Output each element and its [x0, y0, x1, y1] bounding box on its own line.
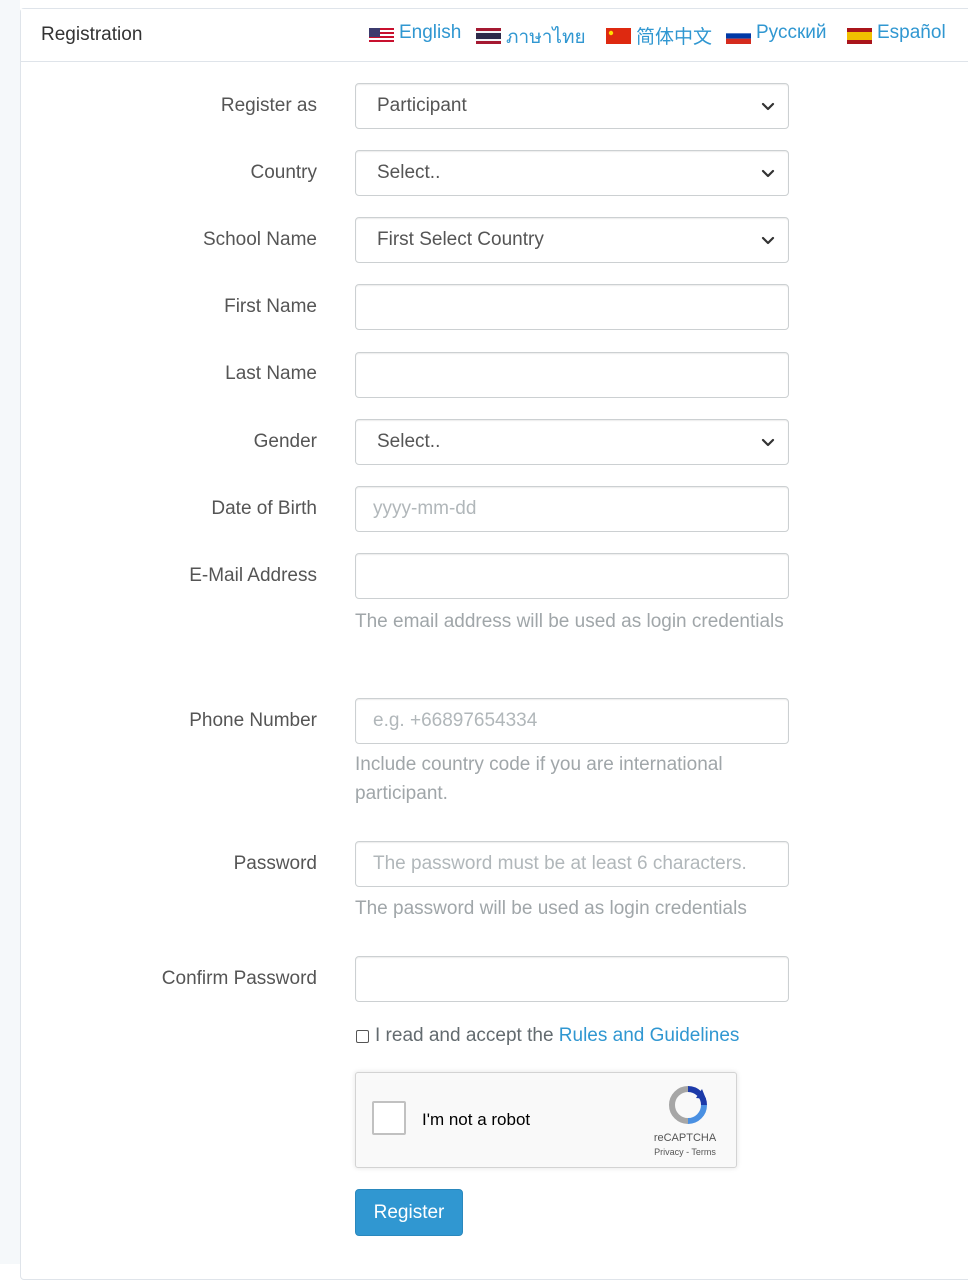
language-label: Español: [877, 22, 946, 43]
dob-field-wrapper: [355, 486, 789, 532]
gender-select[interactable]: Select..: [355, 419, 789, 465]
recaptcha-checkbox[interactable]: [372, 1101, 406, 1135]
email-help-text: The email address will be used as login …: [355, 611, 784, 632]
language-label: English: [399, 22, 462, 43]
register-button[interactable]: Register: [355, 1189, 463, 1236]
chevron-down-icon: [760, 165, 776, 181]
password-field-wrapper: [355, 841, 789, 887]
recaptcha-terms[interactable]: Privacy - Terms: [650, 1147, 720, 1157]
agree-label: I read and accept the: [375, 1025, 559, 1046]
register-as-label: Register as: [220, 95, 317, 116]
recaptcha-brand: reCAPTCHA: [653, 1132, 717, 1144]
gender-label: Gender: [253, 431, 317, 452]
recaptcha-widget: I'm not a robot reCAPTCHA Privacy - Term…: [355, 1072, 737, 1168]
recaptcha-label: I'm not a robot: [422, 1110, 531, 1129]
recaptcha-logo-icon: [666, 1083, 710, 1127]
dob-label: Date of Birth: [211, 498, 317, 519]
last-name-input[interactable]: [356, 353, 788, 397]
language-label: Русский: [756, 22, 827, 43]
select-value: Select..: [377, 431, 441, 452]
first-name-input[interactable]: [356, 285, 788, 329]
agree-text: I read and accept the Rules and Guidelin…: [375, 1025, 739, 1047]
select-value: First Select Country: [377, 229, 544, 250]
russia-flag-icon: [726, 28, 751, 44]
confirm-password-field-wrapper: [355, 956, 789, 1002]
page-background-strip: [0, 0, 20, 1264]
password-label: Password: [233, 853, 317, 874]
spain-flag-icon: [847, 28, 872, 44]
dob-input[interactable]: [356, 487, 788, 531]
rules-guidelines-link[interactable]: Rules and Guidelines: [559, 1025, 740, 1046]
email-label: E-Mail Address: [189, 565, 317, 586]
select-value: Select..: [377, 162, 441, 183]
last-name-field-wrapper: [355, 352, 789, 398]
chevron-down-icon: [760, 232, 776, 248]
school-name-label: School Name: [202, 229, 317, 250]
select-value: Participant: [377, 95, 467, 116]
panel-heading: Registration English ภาษาไทย 简体中文 Русски…: [21, 9, 968, 62]
password-input[interactable]: [356, 842, 788, 886]
first-name-label: First Name: [224, 296, 317, 317]
language-label: 简体中文: [636, 27, 713, 48]
phone-label: Phone Number: [189, 710, 317, 731]
first-name-field-wrapper: [355, 284, 789, 330]
confirm-password-label: Confirm Password: [161, 968, 317, 989]
country-label: Country: [250, 162, 317, 183]
china-flag-icon: [606, 28, 631, 44]
phone-help-text: Include country code if you are internat…: [355, 754, 723, 804]
chevron-down-icon: [760, 98, 776, 114]
phone-input[interactable]: [356, 699, 788, 743]
agree-checkbox[interactable]: [356, 1030, 369, 1043]
last-name-label: Last Name: [225, 363, 317, 384]
school-name-select[interactable]: First Select Country: [355, 217, 789, 263]
register-as-select[interactable]: Participant: [355, 83, 789, 129]
email-input[interactable]: [356, 554, 788, 598]
us-flag-icon: [369, 28, 394, 44]
password-help-text: The password will be used as login crede…: [355, 898, 747, 919]
email-field-wrapper: [355, 553, 789, 599]
phone-field-wrapper: [355, 698, 789, 744]
thai-flag-icon: [476, 28, 501, 44]
country-select[interactable]: Select..: [355, 150, 789, 196]
confirm-password-input[interactable]: [356, 957, 788, 1001]
chevron-down-icon: [760, 434, 776, 450]
page-title: Registration: [41, 24, 143, 45]
language-label: ภาษาไทย: [506, 27, 586, 48]
